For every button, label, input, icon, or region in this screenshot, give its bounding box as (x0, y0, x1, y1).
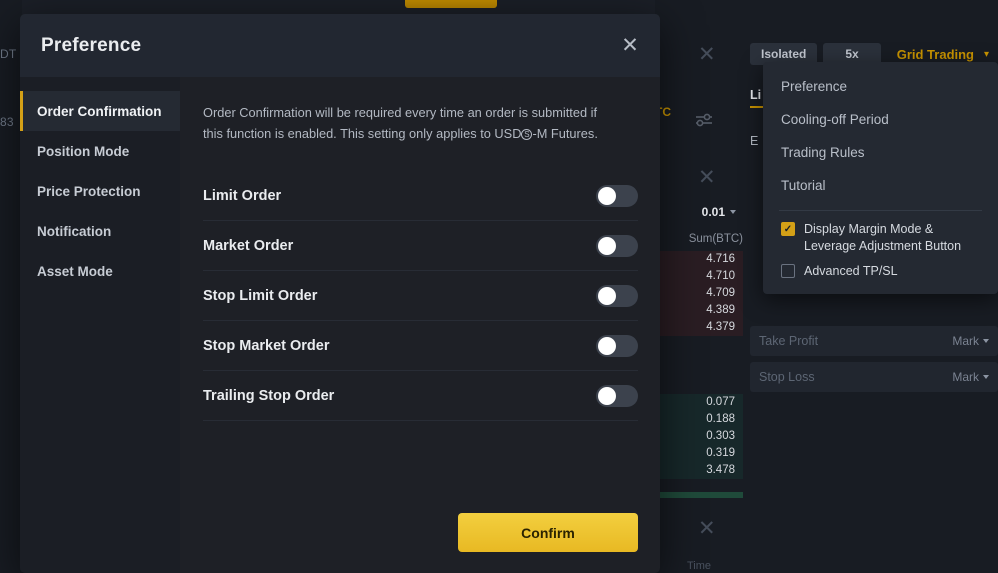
orderbook-decimal-selector[interactable]: 0.01 (662, 205, 736, 219)
order-type-tabs: Li (750, 88, 767, 108)
menu-item-preference[interactable]: Preference (763, 70, 998, 103)
orderbook-ask-rows: 4.716 4.710 4.709 4.389 4.379 (655, 251, 743, 336)
grid-trading-link[interactable]: Grid Trading (897, 47, 974, 62)
checkbox-unchecked-icon[interactable] (781, 263, 795, 278)
menu-checkbox-label: Display Margin Mode & Leverage Adjustmen… (804, 222, 962, 253)
orderbook-row[interactable]: 0.319 (655, 445, 743, 462)
settings-dropdown-menu: Preference Cooling-off Period Trading Rule… (763, 62, 998, 294)
app-root: ▭ ▫ ▽ DT 83 ✕ TC ✕ 0.01 Sum(BTC) 4.7164.… (0, 0, 998, 573)
close-icon-bg-1[interactable]: ✕ (698, 44, 716, 65)
preference-modal: Preference ✕ Order Confirmation Position … (20, 14, 660, 573)
menu-item-cooling-off-period[interactable]: Cooling-off Period (763, 103, 998, 136)
menu-checkbox-label: Advanced TP/SL (804, 263, 898, 278)
option-row: Market Order (203, 221, 638, 272)
order-type-options-list: Limit Order Market Order Stop Limit Order S… (203, 171, 638, 422)
orderbook-sum-header: Sum(BTC) (688, 233, 743, 245)
chevron-down-icon (983, 339, 989, 343)
usds-symbol-icon: S (521, 129, 533, 141)
modal-footer: Confirm (180, 513, 638, 552)
toggle-knob (598, 386, 616, 405)
description-part2: -M Futures. (532, 125, 598, 141)
menu-item-tutorial[interactable]: Tutorial (763, 169, 998, 202)
orderbook-decimal-value: 0.01 (701, 205, 725, 219)
order-panel-sub-label: E (750, 134, 759, 148)
orderbook-row[interactable]: 4.379 (655, 319, 743, 336)
orderbook-time-label: Time (686, 560, 712, 572)
option-row: Trailing Stop Order (203, 371, 638, 422)
orderbook-row[interactable]: 3.478 (655, 462, 743, 479)
toggle-stop-market-order[interactable] (596, 334, 638, 357)
sidebar-item-position-mode[interactable]: Position Mode (20, 131, 180, 171)
orderbook-row[interactable]: 0.077 (655, 394, 743, 411)
sidebar-item-order-confirmation[interactable]: Order Confirmation (20, 91, 180, 131)
chevron-down-icon (983, 375, 989, 379)
stop-loss-placeholder: Stop Loss (759, 370, 815, 384)
background-top-yellow-button[interactable] (405, 0, 497, 8)
toggle-trailing-stop-order[interactable] (596, 384, 638, 407)
close-icon-bg-2[interactable]: ✕ (698, 167, 716, 188)
background-left-strip (0, 0, 22, 573)
menu-item-list: Preference Cooling-off Period Trading Rule… (763, 70, 998, 202)
orderbook-row[interactable]: 0.303 (655, 428, 743, 445)
close-icon-bg-3[interactable]: ✕ (698, 518, 716, 539)
option-label: Stop Market Order (203, 337, 330, 354)
background-number-fragment: 83 (0, 115, 14, 129)
toggle-knob (598, 286, 616, 305)
tab-limit[interactable]: Li (750, 88, 767, 108)
take-profit-field[interactable]: Take Profit Mark (750, 326, 998, 356)
toggle-knob (598, 187, 616, 206)
order-confirmation-description: Order Confirmation will be required ever… (203, 103, 603, 144)
background-symbol-fragment: DT (0, 47, 17, 61)
sidebar-item-price-protection[interactable]: Price Protection (20, 171, 180, 211)
menu-checkbox-row[interactable]: ✓ Display Margin Mode & Leverage Adjustme… (763, 217, 998, 259)
toggle-knob (598, 336, 616, 355)
option-label: Market Order (203, 237, 294, 254)
modal-sidebar: Order Confirmation Position Mode Price Pro… (20, 77, 180, 573)
modal-header: Preference ✕ (20, 14, 660, 77)
option-row: Stop Market Order (203, 321, 638, 372)
take-profit-unit-label: Mark (952, 334, 979, 348)
menu-checkbox-list: ✓ Display Margin Mode & Leverage Adjustme… (763, 217, 998, 284)
toggle-limit-order[interactable] (596, 185, 638, 208)
checkbox-checked-icon[interactable]: ✓ (781, 222, 795, 236)
chevron-down-icon: ▾ (984, 48, 990, 60)
menu-divider (779, 210, 982, 211)
toggle-stop-limit-order[interactable] (596, 284, 638, 307)
orderbook-highlight-block (655, 492, 743, 498)
stop-loss-unit-label: Mark (952, 370, 979, 384)
orderbook-row[interactable]: 4.709 (655, 285, 743, 302)
option-label: Limit Order (203, 188, 282, 205)
orderbook-row[interactable]: 4.389 (655, 302, 743, 319)
orderbook-bid-rows: 0.077 0.188 0.303 0.319 3.478 (655, 394, 743, 479)
stop-loss-field[interactable]: Stop Loss Mark (750, 362, 998, 392)
option-row: Limit Order (203, 171, 638, 222)
menu-checkbox-row[interactable]: Advanced TP/SL (763, 259, 998, 284)
modal-body: Order Confirmation Position Mode Price Pro… (20, 77, 660, 573)
toggle-knob (598, 236, 616, 255)
page-title: Preference (41, 34, 142, 56)
option-label: Stop Limit Order (203, 287, 318, 304)
orderbook-row[interactable]: 0.188 (655, 411, 743, 428)
take-profit-unit-selector[interactable]: Mark (952, 334, 989, 348)
confirm-button[interactable]: Confirm (458, 513, 638, 552)
modal-content: Order Confirmation will be required ever… (180, 77, 660, 573)
sidebar-item-asset-mode[interactable]: Asset Mode (20, 251, 180, 291)
close-icon[interactable]: ✕ (619, 35, 641, 57)
orderbook-row[interactable]: 4.710 (655, 268, 743, 285)
chevron-down-icon (730, 210, 736, 214)
settings-sliders-icon[interactable] (694, 112, 714, 128)
sidebar-item-notification[interactable]: Notification (20, 211, 180, 251)
stop-loss-unit-selector[interactable]: Mark (952, 370, 989, 384)
menu-item-trading-rules[interactable]: Trading Rules (763, 136, 998, 169)
toggle-market-order[interactable] (596, 234, 638, 257)
option-row: Stop Limit Order (203, 271, 638, 322)
orderbook-row[interactable]: 4.716 (655, 251, 743, 268)
take-profit-placeholder: Take Profit (759, 334, 819, 348)
option-label: Trailing Stop Order (203, 387, 335, 404)
